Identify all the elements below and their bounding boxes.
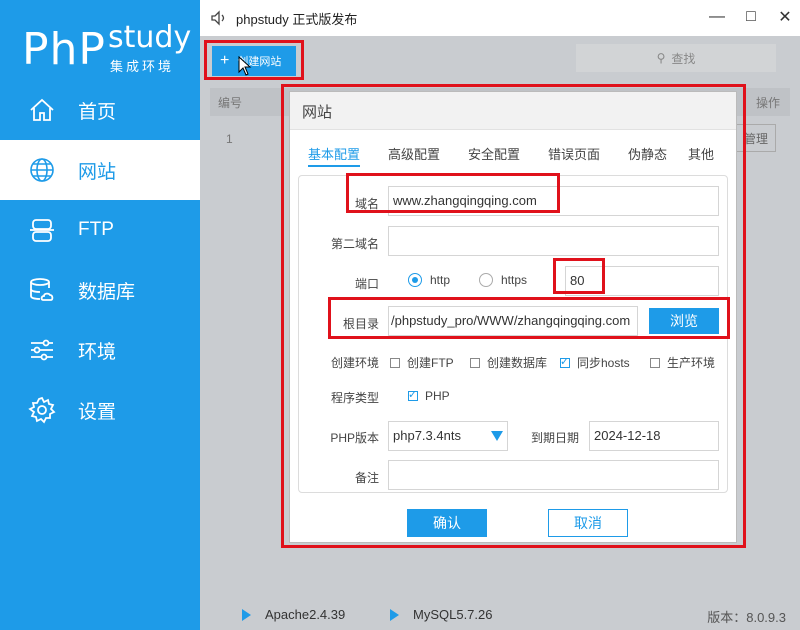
- sidebar-item-settings[interactable]: 设置: [0, 380, 200, 440]
- checkbox-label: 生产环境: [667, 356, 716, 370]
- checkbox-box-checked: [560, 355, 570, 368]
- expire-date-field[interactable]: 2024-12-18: [589, 421, 719, 451]
- highlight-box: [553, 258, 605, 294]
- checkbox-label: 创建FTP: [407, 356, 454, 370]
- version-text: 版本：8.0.9.3: [707, 610, 786, 625]
- maximize-icon[interactable]: □: [744, 8, 758, 26]
- radio-selected: [408, 273, 422, 287]
- row-number: 1: [226, 132, 233, 146]
- sidebar-item-websites[interactable]: 网站: [0, 140, 200, 200]
- search-icon: ⚲: [656, 51, 666, 65]
- checkbox-box-checked: [408, 388, 418, 401]
- home-icon: [28, 96, 56, 124]
- title-bar: phpstudy 正式版发布 — □ ✕: [200, 0, 800, 36]
- service-label: Apache2.4.39: [265, 607, 346, 622]
- service-apache[interactable]: Apache2.4.39: [242, 607, 345, 622]
- tab-other[interactable]: 其他: [688, 144, 714, 163]
- note-field[interactable]: [388, 460, 719, 490]
- gear-icon: [28, 396, 56, 424]
- status-bar: Apache2.4.39 MySQL5.7.26 版本：8.0.9.3: [200, 600, 800, 630]
- app-logo: PhP study 集成环境: [22, 18, 192, 78]
- database-icon: [28, 276, 56, 304]
- window-controls: — □ ✕: [709, 8, 792, 26]
- ftp-icon: [28, 216, 56, 244]
- service-mysql[interactable]: MySQL5.7.26: [390, 607, 493, 622]
- program-type-label: 程序类型: [330, 391, 379, 405]
- highlight-box: [204, 40, 304, 80]
- php-version-label: PHP版本: [330, 431, 379, 445]
- sidebar-item-home[interactable]: 首页: [0, 80, 200, 140]
- checkbox-label: 创建数据库: [487, 356, 548, 370]
- sidebar-item-label: 网站: [78, 161, 117, 183]
- sidebar-item-environment[interactable]: 环境: [0, 320, 200, 380]
- logo-subtitle: 集成环境: [110, 59, 175, 74]
- checkbox-sync-hosts[interactable]: 同步hosts: [560, 354, 630, 371]
- highlight-box: [328, 297, 730, 339]
- expire-date-label: 到期日期: [530, 431, 579, 445]
- sidebar: PhP study 集成环境 首页 网站 FTP 数据库 环境 设置: [0, 0, 200, 630]
- tab-security[interactable]: 安全配置: [468, 144, 520, 163]
- sidebar-item-label: 首页: [78, 101, 117, 123]
- sidebar-item-label: FTP: [78, 219, 114, 240]
- globe-icon: [28, 156, 56, 184]
- radio-http[interactable]: http: [408, 273, 450, 287]
- sidebar-nav: 首页 网站 FTP 数据库 环境 设置: [0, 80, 200, 440]
- sliders-icon: [28, 336, 56, 364]
- search-button[interactable]: ⚲ 查找: [576, 44, 776, 72]
- highlight-box: [346, 173, 560, 213]
- checkbox-label: 同步hosts: [577, 356, 630, 370]
- checkbox-create-db[interactable]: 创建数据库: [470, 354, 547, 371]
- col-number: 编号: [218, 96, 243, 110]
- dropdown-arrow-icon: [491, 431, 503, 441]
- checkbox-label: PHP: [425, 389, 450, 403]
- php-version-value: php7.3.4nts: [393, 428, 461, 443]
- window-title: phpstudy 正式版发布: [236, 11, 358, 27]
- radio-label: http: [430, 273, 451, 287]
- checkbox-box: [470, 357, 480, 368]
- cursor-icon: [238, 56, 252, 76]
- play-icon: [242, 608, 251, 621]
- speaker-icon: [211, 10, 225, 26]
- sidebar-item-database[interactable]: 数据库: [0, 260, 200, 320]
- tab-basic[interactable]: 基本配置: [308, 144, 361, 167]
- tab-advanced[interactable]: 高级配置: [388, 144, 440, 163]
- radio-https[interactable]: https: [479, 273, 527, 287]
- port-label: 端口: [354, 277, 379, 291]
- checkbox-php[interactable]: PHP: [408, 388, 450, 403]
- checkbox-box: [650, 357, 660, 368]
- sidebar-item-label: 环境: [78, 341, 117, 363]
- play-icon: [390, 608, 399, 621]
- sidebar-item-ftp[interactable]: FTP: [0, 200, 200, 260]
- note-label: 备注: [354, 471, 379, 485]
- logo-study: study: [108, 20, 192, 55]
- dialog-title: 网站: [290, 92, 736, 130]
- confirm-button[interactable]: 确认: [407, 509, 487, 537]
- sidebar-item-label: 设置: [78, 401, 117, 423]
- minimize-icon[interactable]: —: [709, 8, 725, 26]
- checkbox-box: [390, 357, 400, 368]
- radio-unselected: [479, 273, 493, 287]
- checkbox-create-ftp[interactable]: 创建FTP: [390, 354, 454, 371]
- sidebar-item-label: 数据库: [78, 281, 136, 303]
- logo-php: PhP: [22, 24, 106, 75]
- search-label: 查找: [671, 51, 696, 66]
- service-label: MySQL5.7.26: [413, 607, 493, 622]
- close-icon[interactable]: ✕: [778, 8, 792, 26]
- tab-error-pages[interactable]: 错误页面: [548, 144, 600, 163]
- tab-rewrite[interactable]: 伪静态: [628, 144, 667, 163]
- second-domain-field[interactable]: [388, 226, 719, 256]
- cancel-button[interactable]: 取消: [548, 509, 628, 537]
- create-env-label: 创建环境: [330, 356, 379, 370]
- checkbox-production[interactable]: 生产环境: [650, 354, 715, 371]
- radio-label: https: [501, 273, 528, 287]
- dialog-tabs: 基本配置 高级配置 安全配置 错误页面 伪静态 其他: [308, 144, 728, 167]
- second-domain-label: 第二域名: [330, 237, 379, 251]
- col-action: 操作: [755, 96, 780, 110]
- php-version-select[interactable]: php7.3.4nts: [388, 421, 508, 451]
